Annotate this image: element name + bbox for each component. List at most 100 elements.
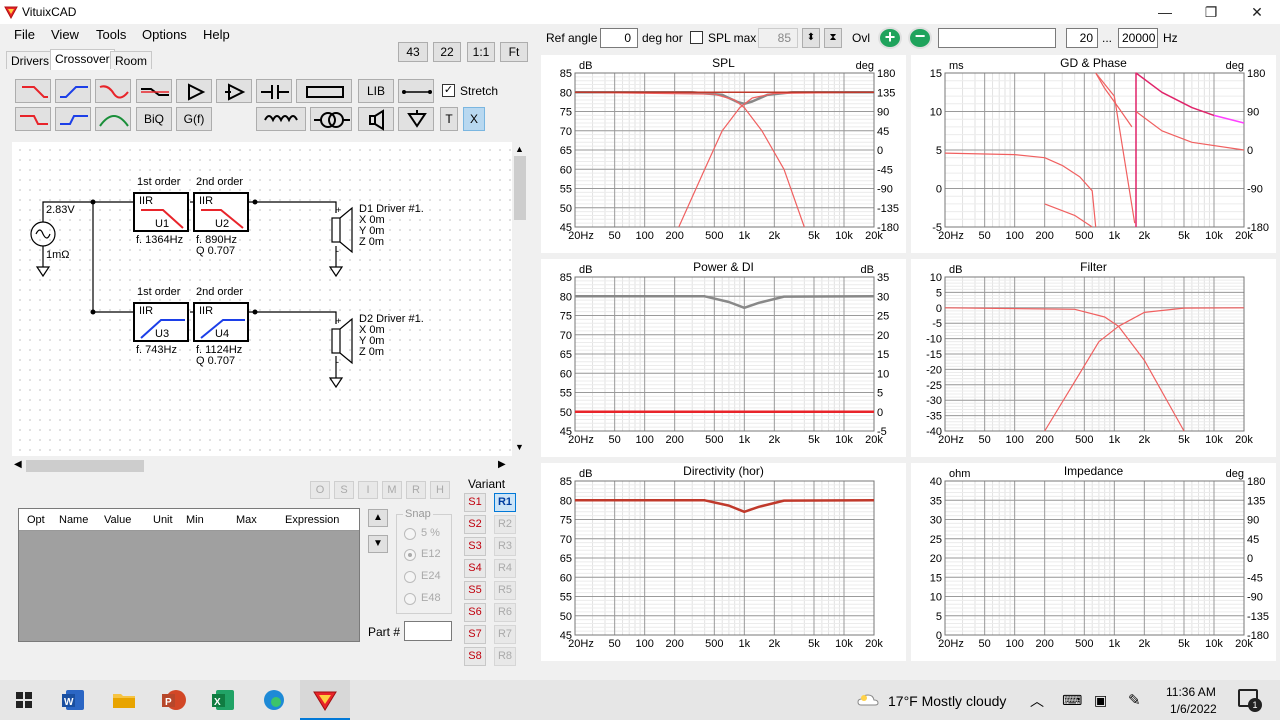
filter-block-u4[interactable]: IIR U4 [193,302,249,342]
zoom-43-button[interactable]: 43 [398,42,428,62]
parameter-table[interactable]: Opt Name Value Unit Min Max Expression [18,508,360,642]
horizontal-scroll-thumb[interactable] [26,460,144,472]
variant-r5-button[interactable]: R5 [494,581,516,600]
tab-crossover[interactable]: Crossover [50,49,115,70]
schematic-canvas[interactable]: + - + - 2.83V 1mΩ 1st order IIR U1 f. 1364… [12,142,512,456]
amplifier-icon-button[interactable] [176,79,212,103]
filter-block-u1[interactable]: IIR U1 [133,192,189,232]
restore-button[interactable]: ❐ [1188,0,1234,24]
graph-impedance[interactable]: 40 35 30 25 20 15 10 5 0 180 135 90 45 0 -45 -90 -135 -18… [911,463,1276,661]
spl-max-checkbox[interactable] [690,31,703,44]
driver-d2-label[interactable]: D2 Driver #1. X 0m Y 0m Z 0m [359,314,424,358]
overlay-name-input[interactable] [938,28,1056,48]
close-button[interactable]: ✕ [1234,0,1280,24]
spl-max-input[interactable]: 85 [758,28,798,48]
tab-drivers[interactable]: Drivers [6,51,54,69]
freq-min-input[interactable]: 20 [1066,28,1098,48]
speaker-button[interactable] [358,107,394,131]
vituixcad-taskbar-button[interactable] [300,680,350,720]
powerpoint-icon[interactable]: P [160,686,188,714]
meet-icon[interactable]: ⌨ [1062,692,1082,709]
transformer-button[interactable] [310,107,352,131]
add-overlay-icon[interactable]: + [878,27,902,49]
spl-fit-icon[interactable]: ⧗ [824,28,842,48]
excel-icon[interactable]: X [210,686,238,714]
display-icon[interactable]: ▣ [1094,692,1107,709]
notification-icon[interactable]: 1 [1238,689,1262,712]
variant-s6-button[interactable]: S6 [464,603,486,622]
tab-room[interactable]: Room [110,51,153,69]
graph-power-di[interactable]: 85 80 75 70 65 60 55 50 45 35 30 25 20 15 10 5 0 -5 20Hz 50… [541,259,906,457]
gf-button[interactable]: G(f) [176,107,212,131]
file-explorer-icon[interactable] [110,686,138,714]
ground-button[interactable] [398,107,434,131]
osi-r-button[interactable]: R [406,481,426,499]
variant-r3-button[interactable]: R3 [494,537,516,556]
edge-icon[interactable] [260,686,288,714]
snap-5pct-radio[interactable] [404,528,416,540]
highpass-blue-button[interactable] [55,79,91,103]
graph-gd-phase[interactable]: 15 10 5 0 -5 180 90 0 -90 -180 20Hz 50 100 200 500 1k 2k… [911,55,1276,253]
windows-start-icon[interactable] [10,686,38,714]
schematic-vertical-scrollbar[interactable]: ▲ ▼ [512,142,528,456]
menu-file[interactable]: File [14,27,35,42]
shelf-button[interactable] [136,79,172,103]
zoom-fit-button[interactable]: Ft [500,42,528,62]
delay-amp-button[interactable] [216,79,252,103]
lowpass-red-button[interactable] [15,79,51,103]
spl-up-down-icon[interactable]: ⬍ [802,28,820,48]
variant-s1-button[interactable]: S1 [464,493,486,512]
osi-m-button[interactable]: M [382,481,402,499]
variant-r8-button[interactable]: R8 [494,647,516,666]
move-down-icon[interactable]: ▼ [368,535,388,553]
minimize-button[interactable]: — [1142,0,1188,24]
variant-s4-button[interactable]: S4 [464,559,486,578]
biquad-button[interactable]: BiQ [136,107,172,131]
osi-i-button[interactable]: I [358,481,378,499]
graph-directivity-hor[interactable]: 85 80 75 70 65 60 55 50 45 20Hz 50 100 200 500 1k 2k 5k 1… [541,463,906,661]
clock-time[interactable]: 11:36 AM [1166,685,1216,699]
remove-overlay-icon[interactable]: − [908,27,932,49]
part-number-input[interactable] [404,621,452,641]
graph-spl[interactable]: 85 80 75 70 65 60 55 50 45 180 135 90 45 0 -45 -90 -135-… [541,55,906,253]
weather-text[interactable]: 17°F Mostly cloudy [888,693,1006,709]
variant-r7-button[interactable]: R7 [494,625,516,644]
text-tool-button[interactable]: T [440,107,458,131]
filter-block-u2[interactable]: IIR U2 [193,192,249,232]
variant-r4-button[interactable]: R4 [494,559,516,578]
driver-d1-label[interactable]: D1 Driver #1. X 0m Y 0m Z 0m [359,204,424,248]
inductor-button[interactable] [256,107,306,131]
bandpass-green-button[interactable] [95,107,131,131]
snap-e12-radio[interactable] [404,549,416,561]
move-up-icon[interactable]: ▲ [368,509,388,527]
stretch-checkbox[interactable]: ✓ [442,84,455,97]
wire-button[interactable] [398,79,434,103]
snap-e24-radio[interactable] [404,571,416,583]
menu-help[interactable]: Help [203,27,230,42]
clock-date[interactable]: 1/6/2022 [1170,702,1217,716]
capacitor-button[interactable] [256,79,292,103]
variant-r2-button[interactable]: R2 [494,515,516,534]
osi-s-button[interactable]: S [334,481,354,499]
schematic-horizontal-scrollbar[interactable]: ◀ ▶ [12,458,512,474]
variant-s3-button[interactable]: S3 [464,537,486,556]
menu-tools[interactable]: Tools [96,27,126,42]
variant-s7-button[interactable]: S7 [464,625,486,644]
delete-tool-button[interactable]: X [463,107,485,131]
highpass-blue-2-button[interactable] [55,107,91,131]
menu-options[interactable]: Options [142,27,187,42]
notch-red-button[interactable] [95,79,131,103]
osi-o-button[interactable]: O [310,481,330,499]
pen-icon[interactable]: ✎ [1128,691,1141,709]
variant-s5-button[interactable]: S5 [464,581,486,600]
lowpass-red-2-button[interactable] [15,107,51,131]
variant-r6-button[interactable]: R6 [494,603,516,622]
scroll-down-icon[interactable]: ▼ [515,442,524,452]
menu-view[interactable]: View [51,27,79,42]
snap-e48-radio[interactable] [404,593,416,605]
weather-cloud-icon[interactable] [856,690,880,710]
variant-r1-button[interactable]: R1 [494,493,516,512]
resistor-button[interactable] [296,79,352,103]
word-icon[interactable]: W [60,686,88,714]
variant-s8-button[interactable]: S8 [464,647,486,666]
